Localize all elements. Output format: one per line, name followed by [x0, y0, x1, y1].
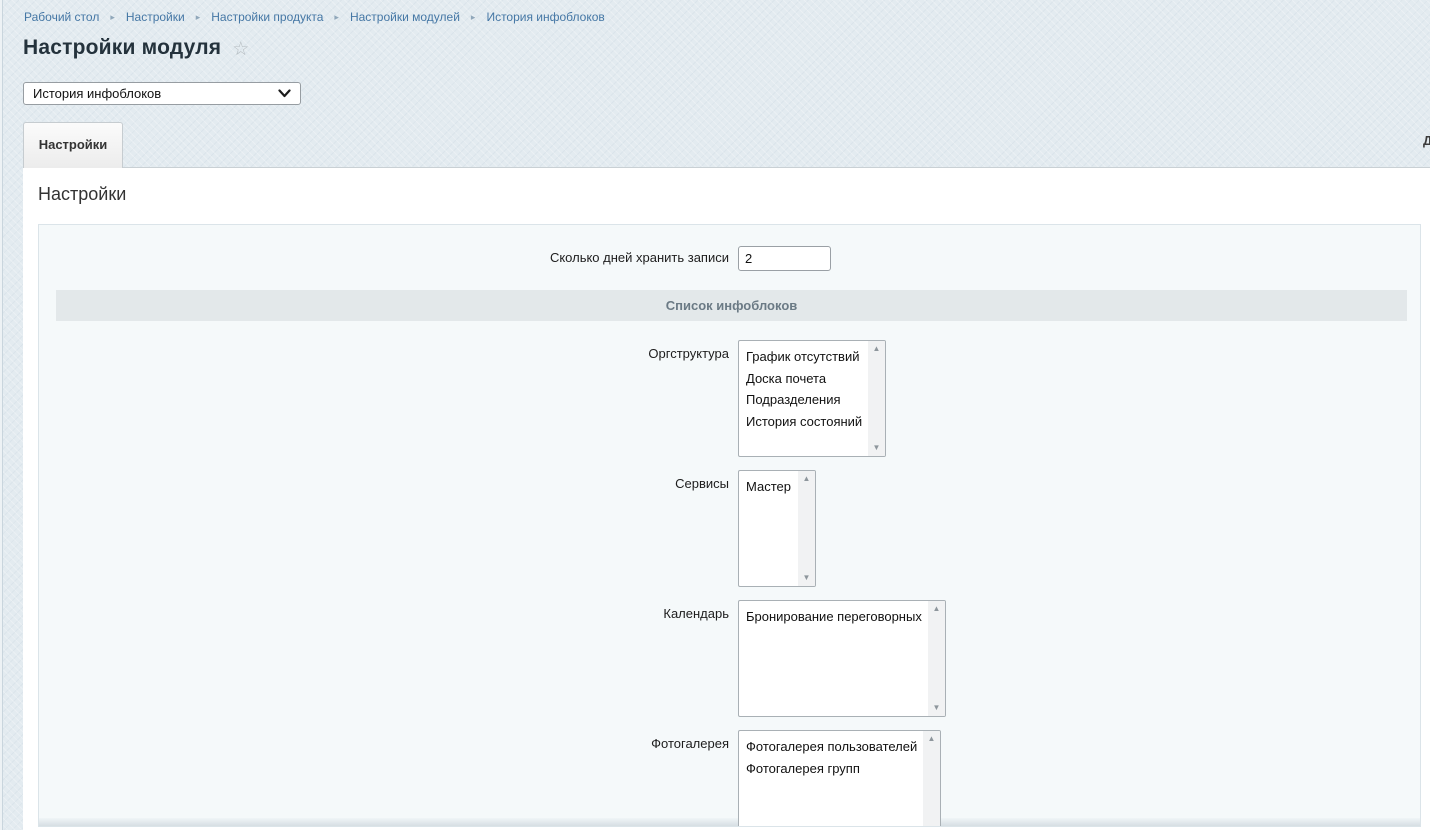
- page-left-edge: [0, 0, 3, 830]
- tab-settings[interactable]: Настройки: [23, 122, 123, 168]
- listbox-scrollbar[interactable]: ▲ ▼: [928, 601, 945, 716]
- section-heading: Настройки: [38, 184, 1430, 205]
- photogallery-label: Фотогалерея: [39, 730, 738, 751]
- orgstructure-listbox[interactable]: График отсутствий Доска почета Подраздел…: [738, 340, 886, 457]
- breadcrumb-separator-icon: ▸: [110, 11, 115, 23]
- list-item[interactable]: Фотогалерея групп: [746, 758, 923, 780]
- listbox-scrollbar[interactable]: ▲ ▼: [798, 471, 815, 586]
- favorite-star-icon[interactable]: ☆: [232, 38, 249, 59]
- list-item[interactable]: Фотогалерея пользователей: [746, 736, 923, 758]
- chevron-down-icon: [278, 89, 291, 98]
- breadcrumb-link-product-settings[interactable]: Настройки продукта: [211, 10, 323, 24]
- days-field-label: Сколько дней хранить записи: [39, 246, 738, 265]
- module-select-value: История инфоблоков: [33, 86, 278, 101]
- listbox-scrollbar[interactable]: ▲ ▼: [923, 731, 940, 827]
- page-title: Настройки модуля: [23, 36, 221, 60]
- form-row-calendar: Календарь Бронирование переговорных ▲ ▼: [39, 600, 1420, 717]
- scroll-down-icon[interactable]: ▼: [803, 574, 811, 582]
- form-row-services: Сервисы Мастер ▲ ▼: [39, 470, 1420, 587]
- list-item[interactable]: Подразделения: [746, 389, 868, 411]
- clipped-edge-text: Д: [1423, 133, 1430, 149]
- scroll-down-icon[interactable]: ▼: [873, 444, 881, 452]
- list-item[interactable]: График отсутствий: [746, 346, 868, 368]
- breadcrumb-link-desktop[interactable]: Рабочий стол: [24, 10, 99, 24]
- scroll-up-icon[interactable]: ▲: [933, 605, 941, 613]
- scroll-up-icon[interactable]: ▲: [873, 345, 881, 353]
- list-item[interactable]: Доска почета: [746, 368, 868, 390]
- breadcrumb: Рабочий стол ▸ Настройки ▸ Настройки про…: [24, 10, 605, 24]
- orgstructure-label: Оргструктура: [39, 340, 738, 361]
- form-row-photogallery: Фотогалерея Фотогалерея пользователей Фо…: [39, 730, 1420, 827]
- list-item[interactable]: Бронирование переговорных: [746, 606, 928, 628]
- breadcrumb-link-settings[interactable]: Настройки: [126, 10, 185, 24]
- services-listbox[interactable]: Мастер ▲ ▼: [738, 470, 816, 587]
- list-item[interactable]: Мастер: [746, 476, 798, 498]
- module-select-dropdown[interactable]: История инфоблоков: [23, 82, 301, 105]
- group-header-infoblocks: Список инфоблоков: [56, 290, 1407, 321]
- scroll-down-icon[interactable]: ▼: [933, 704, 941, 712]
- scroll-up-icon[interactable]: ▲: [803, 475, 811, 483]
- breadcrumb-current-page: История инфоблоков: [486, 10, 604, 24]
- breadcrumb-separator-icon: ▸: [471, 11, 476, 23]
- scroll-up-icon[interactable]: ▲: [928, 735, 936, 743]
- settings-panel: Сколько дней хранить записи Список инфоб…: [38, 224, 1421, 827]
- breadcrumb-separator-icon: ▸: [334, 11, 339, 23]
- days-input[interactable]: [738, 246, 831, 271]
- breadcrumb-link-module-settings[interactable]: Настройки модулей: [350, 10, 460, 24]
- photogallery-listbox[interactable]: Фотогалерея пользователей Фотогалерея гр…: [738, 730, 941, 827]
- breadcrumb-separator-icon: ▸: [196, 11, 201, 23]
- form-row-days: Сколько дней хранить записи: [39, 246, 1420, 271]
- list-item[interactable]: История состояний: [746, 411, 868, 433]
- listbox-scrollbar[interactable]: ▲ ▼: [868, 341, 885, 456]
- settings-content: Настройки Сколько дней хранить записи Сп…: [23, 167, 1430, 830]
- calendar-label: Календарь: [39, 600, 738, 621]
- calendar-listbox[interactable]: Бронирование переговорных ▲ ▼: [738, 600, 946, 717]
- form-row-orgstructure: Оргструктура График отсутствий Доска поч…: [39, 340, 1420, 457]
- services-label: Сервисы: [39, 470, 738, 491]
